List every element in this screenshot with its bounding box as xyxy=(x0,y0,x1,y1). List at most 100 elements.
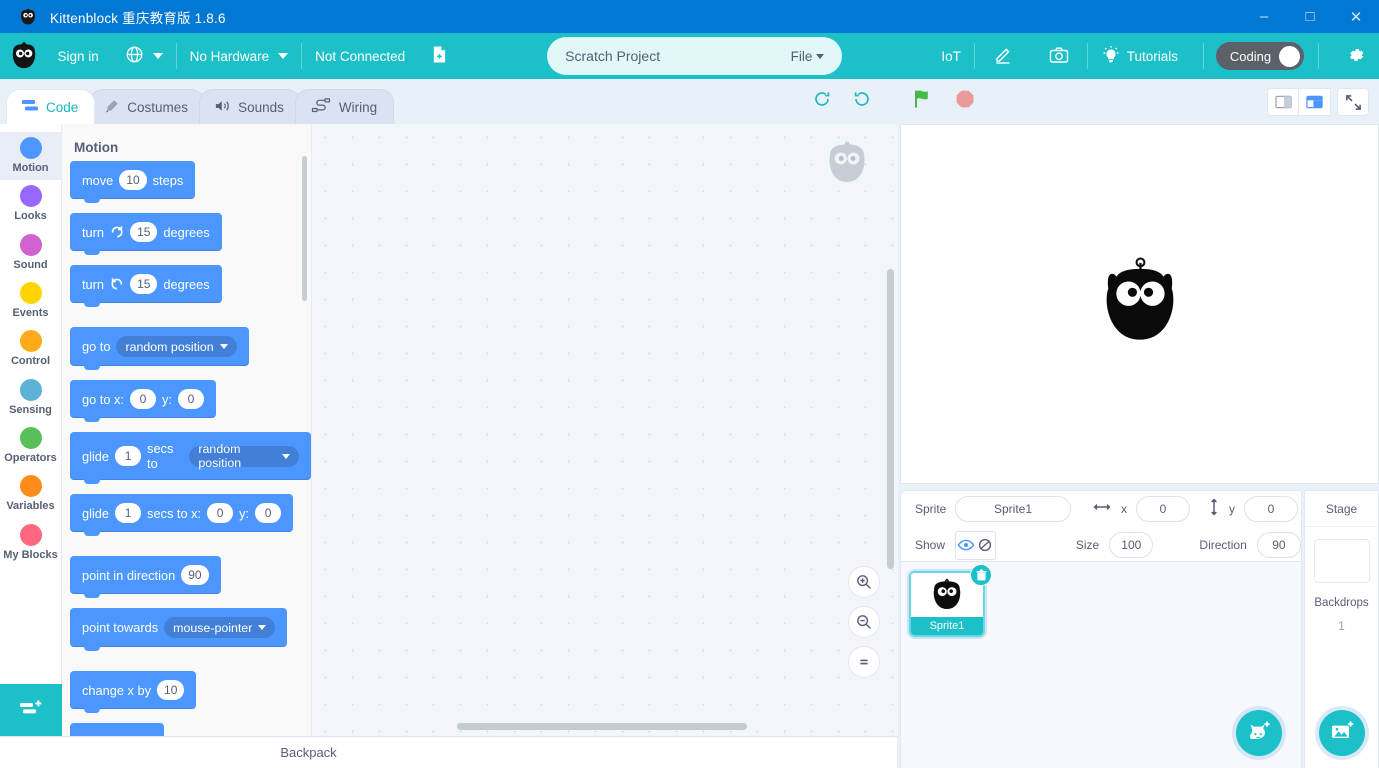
block-input-direction[interactable]: 90 xyxy=(181,565,209,585)
size-input[interactable]: 100 xyxy=(1109,532,1154,558)
block-text: turn xyxy=(82,224,105,240)
backdrop-thumbnail[interactable] xyxy=(1313,539,1370,583)
eye-crossed-icon[interactable] xyxy=(975,532,994,559)
category-control[interactable]: Control xyxy=(0,325,62,373)
block-input-x[interactable]: 0 xyxy=(129,389,156,409)
category-looks[interactable]: Looks xyxy=(0,180,62,228)
block-point-towards[interactable]: point towards mouse-pointer xyxy=(70,608,288,651)
chevron-down-icon xyxy=(282,453,290,459)
tab-sounds[interactable]: Sounds xyxy=(199,89,301,124)
category-label: Sound xyxy=(13,258,48,271)
sign-in-button[interactable]: Sign in xyxy=(44,33,111,79)
minimize-icon[interactable]: – xyxy=(1241,0,1287,33)
camera-button[interactable] xyxy=(1031,33,1087,79)
add-extension-button[interactable] xyxy=(0,684,62,736)
stage-canvas[interactable] xyxy=(900,124,1379,484)
coding-mode-toggle[interactable]: Coding xyxy=(1215,42,1305,70)
workspace-horizontal-scrollbar[interactable] xyxy=(457,723,747,730)
iot-button[interactable]: IoT xyxy=(928,33,974,79)
block-dropdown-towards[interactable]: mouse-pointer xyxy=(164,617,276,638)
block-dropdown-target[interactable]: random position xyxy=(116,336,237,357)
block-turn-right-degrees[interactable]: turn 15 degrees xyxy=(70,213,222,255)
chevron-down-icon xyxy=(219,344,228,349)
stop-sign-icon[interactable] xyxy=(954,88,976,115)
category-label: Sensing xyxy=(9,403,52,416)
block-input-y[interactable]: 0 xyxy=(177,389,204,409)
settings-button[interactable] xyxy=(1333,33,1379,79)
file-menu-label: File xyxy=(790,48,813,64)
chevron-down-icon xyxy=(152,53,163,59)
code-blocks-icon xyxy=(21,99,39,116)
block-glide-secs-to-target[interactable]: glide 1 secs to random position xyxy=(70,432,311,484)
zoom-reset-icon[interactable] xyxy=(848,646,880,678)
palette-scrollbar[interactable] xyxy=(302,156,307,301)
redo-arrow-icon[interactable] xyxy=(852,89,872,114)
code-workspace[interactable] xyxy=(312,124,900,736)
category-motion[interactable]: Motion xyxy=(0,132,62,181)
hardware-selector[interactable]: No Hardware xyxy=(177,33,302,79)
block-input-secs[interactable]: 1 xyxy=(115,503,142,523)
block-change-x-by[interactable]: change x by 10 xyxy=(70,671,197,713)
green-flag-icon[interactable] xyxy=(912,88,934,115)
large-stage-icon[interactable] xyxy=(1299,88,1331,116)
block-input-amount[interactable]: 10 xyxy=(157,680,185,700)
direction-label: Direction xyxy=(1199,538,1247,552)
tab-code[interactable]: Code xyxy=(6,89,96,124)
block-input-degrees[interactable]: 15 xyxy=(130,222,158,242)
x-input[interactable]: 0 xyxy=(1136,496,1190,522)
add-backdrop-button[interactable] xyxy=(1319,710,1365,756)
tab-wiring-label: Wiring xyxy=(338,99,378,115)
block-input-y[interactable]: 0 xyxy=(255,503,282,523)
category-label: Control xyxy=(10,355,51,368)
sprite-name-input[interactable]: Sprite1 xyxy=(955,496,1071,522)
block-partial-next[interactable] xyxy=(70,723,164,736)
new-file-button[interactable] xyxy=(418,33,461,79)
sprite-tile-sprite1[interactable]: Sprite1 xyxy=(909,564,992,637)
tab-wiring[interactable]: Wiring xyxy=(294,89,395,124)
block-input-secs[interactable]: 1 xyxy=(115,446,142,466)
edit-button[interactable] xyxy=(975,33,1031,79)
backpack-bar[interactable]: Backpack xyxy=(0,736,897,768)
block-go-to-xy[interactable]: go to x: 0 y: 0 xyxy=(70,380,216,422)
connection-status[interactable]: Not Connected xyxy=(302,33,418,79)
fullscreen-icon[interactable] xyxy=(1337,88,1369,116)
block-go-to-target[interactable]: go to random position xyxy=(70,327,249,370)
y-input[interactable]: 0 xyxy=(1244,496,1298,522)
zoom-in-icon[interactable] xyxy=(848,566,880,598)
delete-sprite-button[interactable] xyxy=(970,564,992,586)
maximize-icon[interactable]: □ xyxy=(1287,0,1333,33)
block-move-steps[interactable]: move 10 steps xyxy=(70,161,196,203)
category-operators[interactable]: Operators xyxy=(0,422,62,470)
language-selector[interactable] xyxy=(112,33,176,79)
project-name-field[interactable]: Scratch Project File xyxy=(547,37,843,75)
sprite-visibility-toggle[interactable] xyxy=(955,530,996,560)
block-glide-secs-to-xy[interactable]: glide 1 secs to x: 0 y: 0 xyxy=(70,494,294,536)
kittenblock-owl-logo-icon[interactable] xyxy=(4,41,44,71)
block-input-degrees[interactable]: 15 xyxy=(130,274,158,294)
hardware-label: No Hardware xyxy=(189,48,270,64)
zoom-out-icon[interactable] xyxy=(848,606,880,638)
block-input-x[interactable]: 0 xyxy=(207,503,234,523)
eye-icon[interactable] xyxy=(956,531,976,559)
small-stage-icon[interactable] xyxy=(1267,88,1299,116)
category-sensing[interactable]: Sensing xyxy=(0,374,62,422)
close-icon[interactable]: ✕ xyxy=(1333,0,1379,33)
stage-sprite-owl[interactable] xyxy=(1094,252,1186,357)
undo-arrow-icon[interactable] xyxy=(812,89,832,114)
block-turn-left-degrees[interactable]: turn 15 degrees xyxy=(70,265,222,307)
file-menu-button[interactable]: File xyxy=(791,49,825,64)
block-input-steps[interactable]: 10 xyxy=(119,170,147,190)
category-variables[interactable]: Variables xyxy=(0,470,62,518)
tab-costumes[interactable]: Costumes xyxy=(89,89,206,124)
block-point-in-direction[interactable]: point in direction 90 xyxy=(70,556,221,598)
block-dropdown-target[interactable]: random position xyxy=(189,442,299,470)
category-color-dot xyxy=(19,426,42,449)
add-sprite-button[interactable] xyxy=(1236,710,1282,756)
category-events[interactable]: Events xyxy=(0,277,62,325)
block-palette[interactable]: Motion move 10 steps turn 15 degrees tur… xyxy=(62,124,312,736)
category-my-blocks[interactable]: My Blocks xyxy=(0,519,62,567)
category-sound[interactable]: Sound xyxy=(0,229,62,277)
workspace-vertical-scrollbar[interactable] xyxy=(887,269,894,569)
tutorials-button[interactable]: Tutorials xyxy=(1088,33,1191,79)
direction-input[interactable]: 90 xyxy=(1256,532,1302,558)
